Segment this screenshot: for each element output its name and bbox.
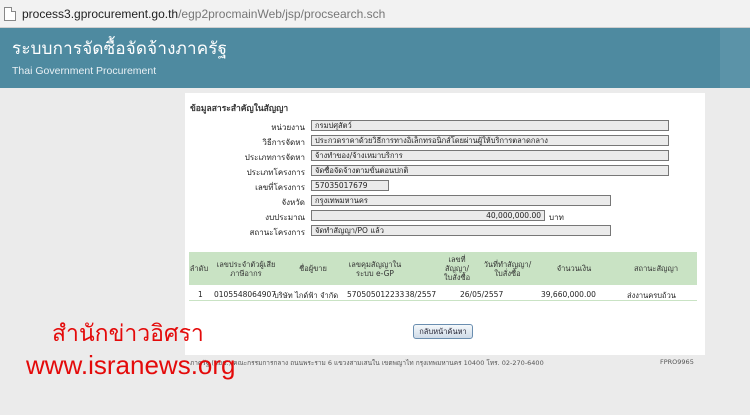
col-header-status: สถานะสัญญา [633, 264, 679, 273]
label-agency: หน่วยงาน [271, 123, 305, 132]
col-header-contract-no: เลขที่สัญญา/ใบสั่งซื้อ [443, 255, 471, 282]
footer-address: ภาครัฐ (สมช.) คณะกรรมการกลาง ถนนพระราม 6… [190, 359, 544, 367]
cell-contract-no: 38/2557 [405, 290, 437, 299]
label-project-no: เลขที่โครงการ [255, 183, 305, 192]
value-method: ประกวดราคาด้วยวิธีการทางอิเล็กทรอนิกส์โด… [311, 135, 669, 146]
value-province: กรุงเทพมหานคร [311, 195, 611, 206]
col-header-egp-no: เลขคุมสัญญาในระบบ e-GP [348, 259, 402, 278]
cell-egp-no: 570505012233 [347, 290, 405, 299]
cell-contract-date: 26/05/2557 [460, 290, 504, 299]
site-header: ระบบการจัดซื้อจัดจ้างภาครัฐ Thai Governm… [0, 28, 750, 88]
value-agency: กรมปศุสัตว์ [311, 120, 669, 131]
value-project-status: จัดทำสัญญา/PO แล้ว [311, 225, 611, 236]
label-procurement-type: ประเภทการจัดหา [244, 153, 305, 162]
cell-amount: 39,660,000.00 [541, 290, 596, 299]
label-method: วิธีการจัดหา [262, 138, 305, 147]
browser-address-bar[interactable]: process3.gprocurement.go.th/egp2procmain… [0, 0, 750, 28]
watermark-name: สำนักข่าวอิศรา [52, 321, 204, 347]
col-header-contract-date: วันที่ทำสัญญา/ใบสั่งซื้อ [483, 259, 532, 278]
label-project-status: สถานะโครงการ [249, 228, 305, 237]
header-emblem [720, 28, 750, 88]
label-budget: งบประมาณ [265, 213, 305, 222]
label-project-type: ประเภทโครงการ [246, 168, 305, 177]
col-header-seller: ชื่อผู้ขาย [299, 264, 327, 273]
cell-no: 1 [198, 290, 203, 299]
url-text[interactable]: process3.gprocurement.go.th/egp2procmain… [22, 7, 385, 21]
site-title-thai: ระบบการจัดซื้อจัดจ้างภาครัฐ [12, 39, 228, 59]
row-divider [189, 300, 697, 301]
value-project-type: จัดซื้อจัดจ้างตามขั้นตอนปกติ [311, 165, 669, 176]
page-icon [4, 7, 16, 21]
budget-unit: บาท [549, 213, 564, 222]
col-header-no: ลำดับ [189, 264, 209, 273]
back-to-search-button[interactable]: กลับหน้าค้นหา [413, 324, 473, 339]
footer-page-code: FPRO9965 [660, 358, 694, 366]
watermark-url: www.isranews.org [26, 350, 236, 380]
label-province: จังหวัด [281, 198, 305, 207]
value-project-no: 57035017679 [311, 180, 389, 191]
section-title: ข้อมูลสาระสำคัญในสัญญา [190, 104, 289, 114]
value-procurement-type: จ้างทำของ/จ้างเหมาบริการ [311, 150, 669, 161]
col-header-taxid: เลขประจำตัวผู้เสียภาษีอากร [216, 259, 276, 278]
site-title-english: Thai Government Procurement [12, 65, 157, 77]
cell-taxid: 0105548064907 [214, 290, 277, 299]
value-budget: 40,000,000.00 [311, 210, 545, 221]
col-header-amount: จำนวนเงิน [556, 264, 592, 273]
